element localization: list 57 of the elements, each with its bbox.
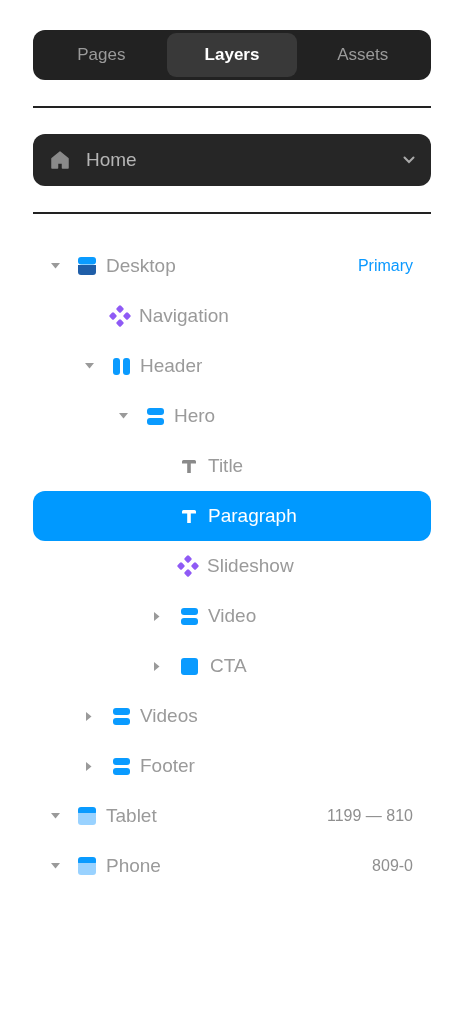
layer-row[interactable]: Desktop Primary — [33, 241, 431, 291]
tab[interactable]: Assets — [297, 33, 428, 77]
layer-name: Title — [208, 455, 245, 477]
text-icon — [182, 459, 196, 473]
layer-name: Header — [140, 355, 204, 377]
layer-row[interactable]: Slideshow — [33, 541, 431, 591]
layer-row[interactable]: Tablet 1199 — 810 — [33, 791, 431, 841]
caret-right-icon[interactable] — [154, 611, 160, 621]
caret-right-icon[interactable] — [86, 711, 92, 721]
layer-name: Video — [208, 605, 258, 627]
layer-name: Paragraph — [208, 505, 298, 527]
layer-name: Hero — [174, 405, 217, 427]
caret-down-icon[interactable] — [84, 363, 94, 369]
layer-name: Slideshow — [207, 555, 295, 577]
page-dropdown[interactable]: Home — [33, 134, 431, 186]
frame-icon — [78, 807, 96, 825]
rows-icon — [180, 607, 198, 625]
layer-row[interactable]: Phone 809-0 — [33, 841, 431, 891]
layer-row[interactable]: Hero — [33, 391, 431, 441]
caret-right-icon[interactable] — [86, 761, 92, 771]
breakpoint-range: 809-0 — [372, 857, 413, 875]
layer-row[interactable]: Navigation — [33, 291, 431, 341]
caret-down-icon[interactable] — [50, 863, 60, 869]
caret-down-icon[interactable] — [50, 263, 60, 269]
primary-label: Primary — [357, 257, 413, 275]
rows-icon — [146, 407, 164, 425]
layer-name: Videos — [140, 705, 199, 727]
tab[interactable]: Layers — [166, 33, 298, 77]
layer-row[interactable]: Header — [33, 341, 431, 391]
square-icon — [180, 657, 198, 675]
layer-row[interactable]: Paragraph — [33, 491, 431, 541]
caret-down-icon[interactable] — [50, 813, 60, 819]
chevron-down-icon — [403, 156, 415, 164]
layer-name: CTA — [210, 655, 248, 677]
layer-row[interactable]: Video — [33, 591, 431, 641]
columns-icon — [112, 357, 130, 375]
layer-name: Phone — [106, 855, 162, 877]
frame-icon — [78, 857, 96, 875]
text-icon — [182, 509, 196, 523]
home-icon — [51, 151, 69, 169]
breakpoint-range: 1199 — 810 — [327, 807, 413, 825]
layer-row[interactable]: Footer — [33, 741, 431, 791]
component-icon — [109, 305, 131, 327]
layer-name: Desktop — [106, 255, 177, 277]
rows-icon — [112, 757, 130, 775]
layer-row[interactable]: CTA — [33, 641, 431, 691]
layer-name: Tablet — [106, 805, 158, 827]
layer-name: Navigation — [139, 305, 230, 327]
layer-row[interactable]: Videos — [33, 691, 431, 741]
tab[interactable]: Pages — [36, 33, 167, 77]
caret-right-icon[interactable] — [154, 661, 160, 671]
caret-down-icon[interactable] — [118, 413, 128, 419]
layer-name: Footer — [140, 755, 196, 777]
frame-icon — [78, 257, 96, 275]
rows-icon — [112, 707, 130, 725]
layer-row[interactable]: Title — [33, 441, 431, 491]
component-icon — [177, 555, 199, 577]
